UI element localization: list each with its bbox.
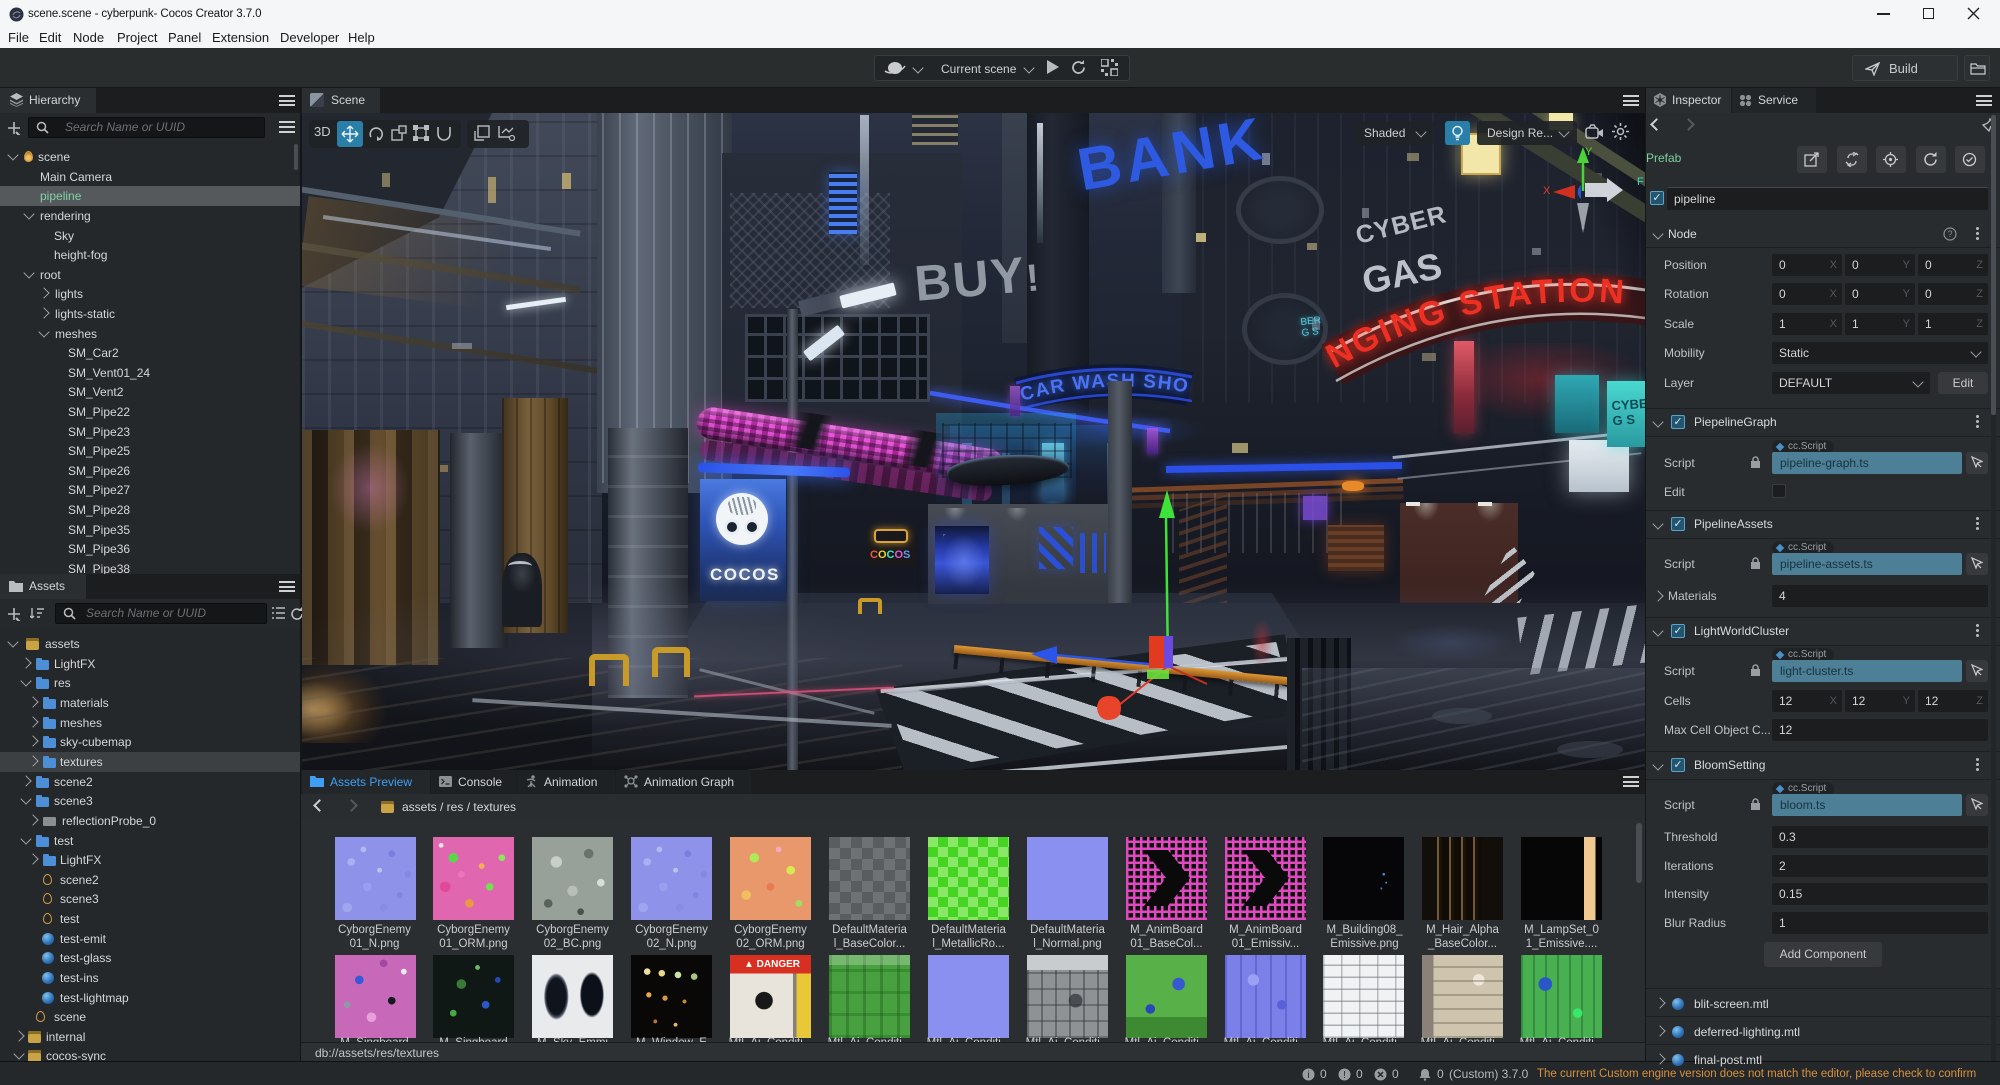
svg-text:?: ? xyxy=(1947,229,1952,239)
svg-text:!: ! xyxy=(1343,1070,1346,1081)
svg-text:F: F xyxy=(1637,176,1644,188)
svg-text:i: i xyxy=(1307,1070,1309,1081)
svg-text:X: X xyxy=(1543,185,1551,197)
